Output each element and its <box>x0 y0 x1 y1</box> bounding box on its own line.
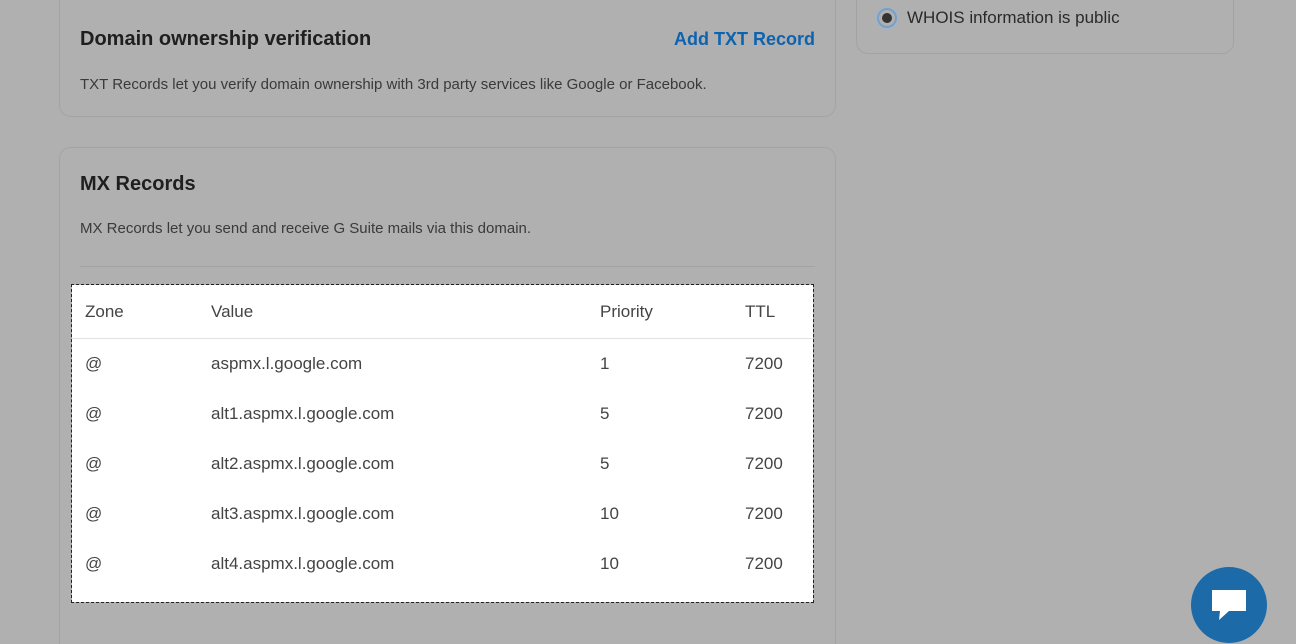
whois-public-radio[interactable] <box>877 8 897 28</box>
cell-zone: @ <box>85 504 103 523</box>
cell-value: alt3.aspmx.l.google.com <box>211 504 395 523</box>
txt-card-description: TXT Records let you verify domain owners… <box>80 76 707 93</box>
mx-records-card: MX Records MX Records let you send and r… <box>59 147 836 644</box>
txt-records-card: Domain ownership verification Add TXT Re… <box>59 0 836 117</box>
cell-value: alt1.aspmx.l.google.com <box>211 404 395 423</box>
cell-ttl: 7200 <box>745 404 783 423</box>
whois-public-option[interactable]: WHOIS information is public <box>877 8 1120 28</box>
cell-zone: @ <box>85 454 103 473</box>
cell-priority: 5 <box>600 454 610 473</box>
cell-priority: 10 <box>600 504 619 523</box>
column-header-priority: Priority <box>600 285 745 339</box>
chat-button[interactable] <box>1191 567 1267 643</box>
cell-ttl: 7200 <box>745 504 783 523</box>
chat-bubble-icon <box>1212 590 1246 620</box>
cell-priority: 5 <box>600 404 610 423</box>
table-row: @ alt4.aspmx.l.google.com 10 7200 <box>72 539 813 589</box>
whois-public-label: WHOIS information is public <box>907 8 1120 27</box>
cell-value: alt2.aspmx.l.google.com <box>211 454 395 473</box>
mx-card-title: MX Records <box>80 173 196 195</box>
cell-ttl: 7200 <box>745 554 783 573</box>
cell-priority: 10 <box>600 554 619 573</box>
cell-value: alt4.aspmx.l.google.com <box>211 554 395 573</box>
table-row: @ alt2.aspmx.l.google.com 5 7200 <box>72 439 813 489</box>
radio-selected-dot <box>882 13 892 23</box>
mx-records-table: Zone Value Priority TTL @ aspmx.l.google… <box>72 285 813 589</box>
column-header-value: Value <box>211 285 600 339</box>
table-row: @ alt3.aspmx.l.google.com 10 7200 <box>72 489 813 539</box>
txt-card-title: Domain ownership verification <box>80 28 372 50</box>
cell-zone: @ <box>85 354 103 373</box>
table-row: @ aspmx.l.google.com 1 7200 <box>72 339 813 390</box>
table-row: @ alt1.aspmx.l.google.com 5 7200 <box>72 389 813 439</box>
column-header-ttl: TTL <box>745 285 813 339</box>
cell-zone: @ <box>85 554 103 573</box>
cell-value: aspmx.l.google.com <box>211 354 363 373</box>
mx-records-table-container: Zone Value Priority TTL @ aspmx.l.google… <box>71 284 814 603</box>
column-header-zone: Zone <box>72 285 211 339</box>
cell-priority: 1 <box>600 354 610 373</box>
page: Domain ownership verification Add TXT Re… <box>0 0 1296 644</box>
add-txt-record-link[interactable]: Add TXT Record <box>674 27 815 51</box>
mx-card-divider <box>80 266 815 267</box>
cell-ttl: 7200 <box>745 454 783 473</box>
cell-zone: @ <box>85 404 103 423</box>
cell-ttl: 7200 <box>745 354 783 373</box>
mx-card-description: MX Records let you send and receive G Su… <box>80 220 532 237</box>
whois-privacy-card: WHOIS information is public <box>856 0 1234 54</box>
table-header-row: Zone Value Priority TTL <box>72 285 813 339</box>
